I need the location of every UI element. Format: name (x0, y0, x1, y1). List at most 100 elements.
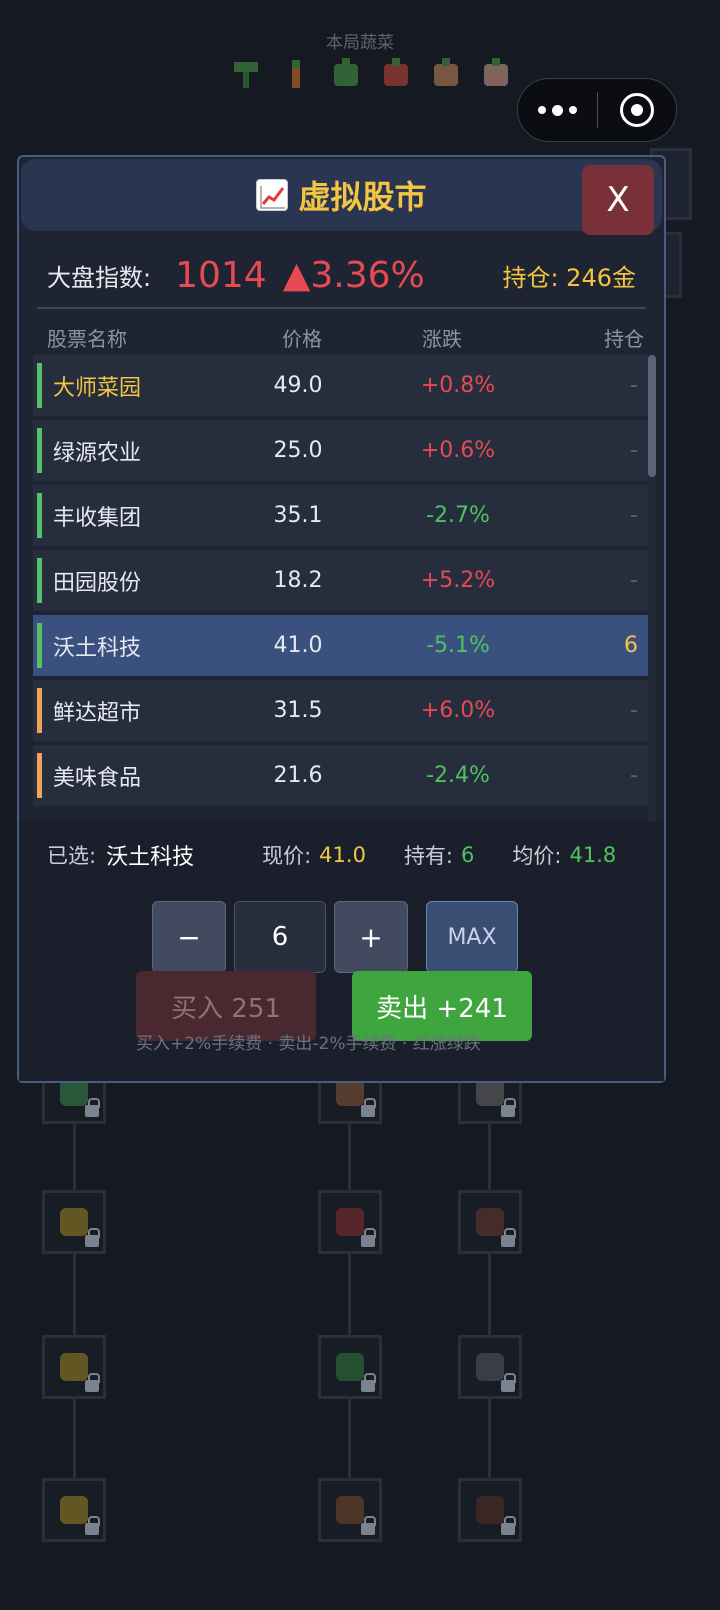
stock-holding: - (630, 763, 638, 788)
stock-holding: - (630, 568, 638, 593)
market-index-row: 大盘指数: 1014 ▲3.36% 持仓: 246金 (47, 247, 636, 303)
current-price-value: 41.0 (319, 843, 366, 867)
quantity-input[interactable]: 6 (234, 901, 326, 973)
holding-value: 6 (461, 843, 475, 867)
lock-icon (361, 1228, 376, 1247)
chart-increasing-icon (256, 179, 289, 211)
index-change: ▲3.36% (282, 254, 425, 296)
stock-row[interactable]: 鲜达超市 31.5 +6.0% - (33, 680, 648, 741)
lock-icon (501, 1373, 516, 1392)
stock-price: 21.6 (273, 763, 323, 788)
close-miniprogram-icon[interactable] (598, 93, 677, 127)
sector-color-bar (37, 558, 42, 603)
lock-icon (361, 1516, 376, 1535)
close-button[interactable]: X (582, 165, 654, 235)
stock-price: 31.5 (273, 698, 323, 723)
stock-list[interactable]: 大师菜园 49.0 +0.8% - 绿源农业 25.0 +0.6% - 丰收集团 35.1 -2.7… (33, 355, 648, 823)
sprout-icon (230, 58, 262, 90)
stock-change: +6.0% (420, 698, 496, 723)
stock-row[interactable]: 大师菜园 49.0 +0.8% - (33, 355, 648, 416)
selected-stock-name: 沃土科技 (106, 845, 195, 870)
fee-note: 买入+2%手续费 · 卖出-2%手续费 · 红涨绿跌 (136, 1034, 481, 1054)
stock-market-modal: 虚拟股市 X 大盘指数: 1014 ▲3.36% 持仓: 246金 股票名称 价… (17, 155, 666, 1083)
modal-title: 虚拟股市 (298, 178, 427, 216)
lock-icon (501, 1228, 516, 1247)
stock-row[interactable]: 绿源农业 25.0 +0.6% - (33, 420, 648, 481)
stock-price: 41.0 (273, 633, 323, 658)
lock-icon (85, 1098, 100, 1117)
locked-skill-node (318, 1190, 382, 1254)
locked-skill-node (42, 1335, 106, 1399)
stock-holding: - (630, 698, 638, 723)
sector-color-bar (37, 493, 42, 538)
lock-icon (501, 1516, 516, 1535)
selected-label: 已选: (47, 844, 97, 868)
stock-name: 田园股份 (53, 570, 142, 596)
lock-icon (85, 1373, 100, 1392)
stock-name: 鲜达超市 (53, 700, 142, 726)
decrease-button[interactable]: − (152, 901, 226, 973)
stock-holding: - (630, 438, 638, 463)
locked-skill-node (318, 1478, 382, 1542)
column-price: 价格 (282, 326, 322, 351)
column-change: 涨跌 (422, 326, 462, 351)
stock-row[interactable]: 沃土科技 41.0 -5.1% 6 (33, 615, 648, 676)
stock-holding: 6 (624, 633, 638, 658)
divider (37, 307, 646, 309)
tomato-icon (380, 58, 412, 90)
stock-name: 美味食品 (53, 765, 142, 791)
quantity-stepper: − 6 + MAX (152, 901, 518, 973)
modal-header: 虚拟股市 (21, 159, 662, 231)
locked-skill-node (318, 1335, 382, 1399)
stock-row[interactable]: 美味食品 21.6 -2.4% - (33, 745, 648, 806)
max-button[interactable]: MAX (426, 901, 518, 973)
lock-icon (361, 1373, 376, 1392)
lock-icon (501, 1098, 516, 1117)
sector-color-bar (37, 363, 42, 408)
locked-skill-node (42, 1190, 106, 1254)
lock-icon (85, 1228, 100, 1247)
lock-icon (361, 1098, 376, 1117)
stock-change: -5.1% (426, 633, 490, 658)
onion-icon (480, 58, 512, 90)
stock-name: 绿源农业 (53, 440, 142, 466)
stock-change: +0.6% (420, 438, 496, 463)
holding-total: 持仓: 246金 (502, 263, 636, 292)
trade-panel: 已选: 沃土科技 现价: 41.0 持有: 6 均价: 41.8 − 6 + M… (19, 821, 664, 1081)
column-hold: 持仓 (604, 326, 644, 351)
potato-icon (430, 58, 462, 90)
stock-row[interactable]: 丰收集团 35.1 -2.7% - (33, 485, 648, 546)
stock-holding: - (630, 503, 638, 528)
index-value: 1014 (175, 254, 267, 296)
stock-price: 18.2 (273, 568, 323, 593)
average-price-value: 41.8 (569, 843, 617, 867)
locked-skill-node (458, 1190, 522, 1254)
index-label: 大盘指数: (47, 263, 152, 292)
stock-holding: - (630, 373, 638, 398)
stock-name: 丰收集团 (53, 505, 142, 531)
stock-change: -2.7% (426, 503, 490, 528)
current-price-label: 现价: (262, 844, 312, 868)
selection-info: 已选: 沃土科技 现价: 41.0 持有: 6 均价: 41.8 (47, 835, 654, 875)
scrollbar-thumb[interactable] (648, 355, 656, 477)
sector-color-bar (37, 753, 42, 798)
carrot-icon (280, 58, 312, 90)
locked-skill-node (458, 1478, 522, 1542)
cabbage-icon (330, 58, 362, 90)
round-vegetables-title: 本局蔬菜 (326, 33, 394, 53)
sector-color-bar (37, 688, 42, 733)
stock-name: 沃土科技 (53, 635, 142, 661)
stock-row[interactable]: 田园股份 18.2 +5.2% - (33, 550, 648, 611)
vegetable-icon-row (230, 58, 512, 90)
stock-change: +0.8% (420, 373, 496, 398)
average-price-label: 均价: (512, 844, 562, 868)
holding-label: 持有: (403, 844, 454, 868)
more-options-icon[interactable] (518, 104, 597, 116)
sector-color-bar (37, 428, 42, 473)
mini-program-capsule[interactable] (517, 78, 677, 142)
stock-price: 49.0 (273, 373, 323, 398)
table-header: 股票名称 价格 涨跌 持仓 (47, 317, 644, 357)
increase-button[interactable]: + (334, 901, 408, 973)
column-name: 股票名称 (47, 326, 127, 351)
stock-change: +5.2% (420, 568, 496, 593)
